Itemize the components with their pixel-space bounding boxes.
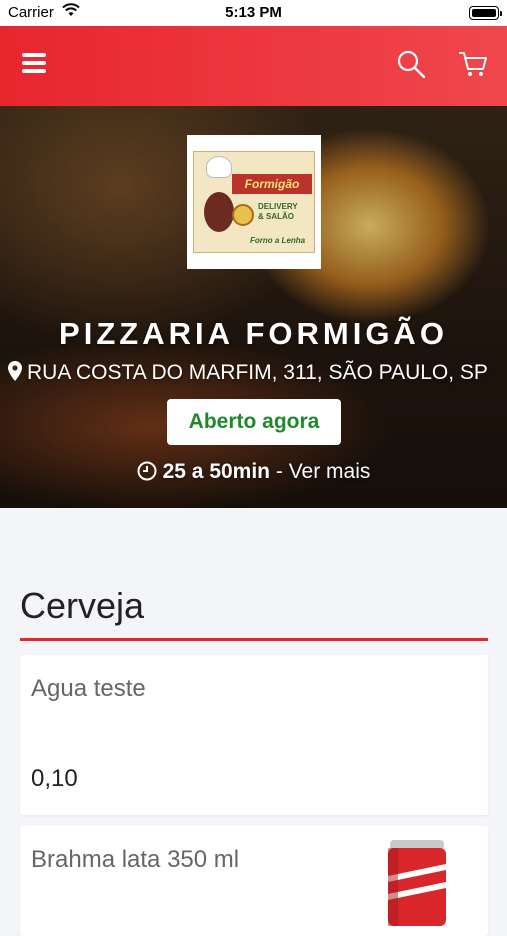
ant-mascot-icon (204, 192, 234, 232)
pizza-icon (232, 204, 254, 226)
product-price: 0,10 (31, 765, 78, 792)
logo-tagline-salao: & SALÃO (258, 212, 294, 221)
address-text: RUA COSTA DO MARFIM, 311, SÃO PAULO, SP (27, 361, 488, 384)
delivery-time: 25 a 50min (162, 460, 271, 483)
delivery-time-row: 25 a 50min - Ver mais (0, 460, 507, 484)
product-name: Brahma lata 350 ml (31, 846, 240, 873)
product-card[interactable]: Brahma lata 350 ml (20, 826, 488, 936)
battery-icon (469, 6, 502, 20)
store-address: RUA COSTA DO MARFIM, 311, SÃO PAULO, SP (8, 361, 503, 385)
product-name: Agua teste (31, 675, 146, 702)
delivery-separator: - (270, 460, 289, 483)
cart-icon[interactable] (457, 49, 489, 79)
menu-section-title: Cerveja (20, 585, 145, 626)
clock-icon (137, 461, 157, 481)
location-pin-icon (8, 361, 22, 381)
logo-tagline-delivery: DELIVERY (258, 202, 298, 211)
search-icon[interactable] (396, 49, 426, 79)
store-name: PIZZARIA FORMIGÃO (59, 316, 448, 351)
chef-hat-icon (206, 156, 232, 178)
top-navbar (0, 26, 507, 106)
status-bar: Carrier 5:13 PM (0, 0, 507, 26)
section-divider (20, 638, 488, 641)
beer-can-icon (388, 840, 446, 926)
logo-tagline-forno: Forno a Lenha (250, 236, 306, 245)
logo-banner-text: Formigão (232, 174, 312, 194)
open-status-badge: Aberto agora (167, 399, 341, 445)
menu-icon[interactable] (22, 53, 46, 75)
store-header-banner: Formigão DELIVERY & SALÃO Forno a Lenha … (0, 106, 507, 508)
clock-time: 5:13 PM (225, 4, 282, 21)
store-logo: Formigão DELIVERY & SALÃO Forno a Lenha (187, 135, 321, 269)
product-card[interactable]: Agua teste 0,10 (20, 655, 488, 815)
see-more-link[interactable]: Ver mais (289, 460, 371, 483)
